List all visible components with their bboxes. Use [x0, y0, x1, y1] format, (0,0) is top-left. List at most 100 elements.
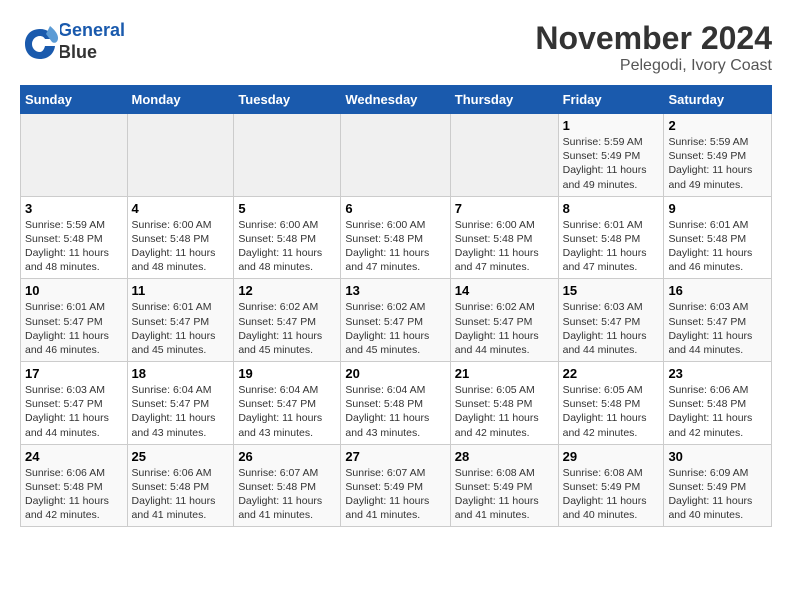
day-info: Sunrise: 6:05 AMSunset: 5:48 PMDaylight:…: [455, 383, 554, 440]
day-number: 1: [563, 118, 660, 133]
day-info: Sunrise: 6:06 AMSunset: 5:48 PMDaylight:…: [668, 383, 767, 440]
calendar-cell: 21 Sunrise: 6:05 AMSunset: 5:48 PMDayligh…: [450, 362, 558, 445]
calendar-cell: 22 Sunrise: 6:05 AMSunset: 5:48 PMDayligh…: [558, 362, 664, 445]
logo: General Blue: [20, 20, 125, 63]
day-info: Sunrise: 6:00 AMSunset: 5:48 PMDaylight:…: [455, 218, 554, 275]
calendar-week: 24 Sunrise: 6:06 AMSunset: 5:48 PMDayligh…: [21, 444, 772, 527]
day-number: 17: [25, 366, 123, 381]
calendar-cell: 26 Sunrise: 6:07 AMSunset: 5:48 PMDayligh…: [234, 444, 341, 527]
location-title: Pelegodi, Ivory Coast: [535, 57, 772, 75]
calendar-cell: 4 Sunrise: 6:00 AMSunset: 5:48 PMDaylight…: [127, 196, 234, 279]
day-info: Sunrise: 6:01 AMSunset: 5:48 PMDaylight:…: [563, 218, 660, 275]
logo-text: General Blue: [58, 20, 125, 63]
day-number: 3: [25, 201, 123, 216]
calendar-cell: 5 Sunrise: 6:00 AMSunset: 5:48 PMDaylight…: [234, 196, 341, 279]
day-number: 28: [455, 449, 554, 464]
day-number: 7: [455, 201, 554, 216]
calendar-cell: 15 Sunrise: 6:03 AMSunset: 5:47 PMDayligh…: [558, 279, 664, 362]
title-block: November 2024 Pelegodi, Ivory Coast: [535, 20, 772, 75]
day-info: Sunrise: 6:03 AMSunset: 5:47 PMDaylight:…: [25, 383, 123, 440]
day-info: Sunrise: 5:59 AMSunset: 5:49 PMDaylight:…: [563, 135, 660, 192]
day-number: 22: [563, 366, 660, 381]
calendar-cell: 6Sunrise: 6:00 AMSunset: 5:48 PMDaylight…: [341, 196, 450, 279]
day-info: Sunrise: 6:09 AMSunset: 5:49 PMDaylight:…: [668, 466, 767, 523]
day-info: Sunrise: 6:02 AMSunset: 5:47 PMDaylight:…: [345, 300, 445, 357]
calendar-week: 17 Sunrise: 6:03 AMSunset: 5:47 PMDayligh…: [21, 362, 772, 445]
day-info: Sunrise: 6:04 AMSunset: 5:47 PMDaylight:…: [238, 383, 336, 440]
calendar-cell: [21, 114, 128, 197]
day-number: 4: [132, 201, 230, 216]
calendar-cell: 30 Sunrise: 6:09 AMSunset: 5:49 PMDayligh…: [664, 444, 772, 527]
header-day: Sunday: [21, 86, 128, 114]
day-number: 11: [132, 283, 230, 298]
day-info: Sunrise: 6:04 AMSunset: 5:47 PMDaylight:…: [132, 383, 230, 440]
calendar-week: 3 Sunrise: 5:59 AMSunset: 5:48 PMDaylight…: [21, 196, 772, 279]
day-number: 19: [238, 366, 336, 381]
calendar-cell: 10 Sunrise: 6:01 AMSunset: 5:47 PMDayligh…: [21, 279, 128, 362]
day-number: 26: [238, 449, 336, 464]
header-day: Friday: [558, 86, 664, 114]
day-info: Sunrise: 6:05 AMSunset: 5:48 PMDaylight:…: [563, 383, 660, 440]
day-info: Sunrise: 6:04 AMSunset: 5:48 PMDaylight:…: [345, 383, 445, 440]
day-number: 13: [345, 283, 445, 298]
day-info: Sunrise: 6:01 AMSunset: 5:47 PMDaylight:…: [132, 300, 230, 357]
day-number: 2: [668, 118, 767, 133]
header-day: Tuesday: [234, 86, 341, 114]
day-info: Sunrise: 6:07 AMSunset: 5:48 PMDaylight:…: [238, 466, 336, 523]
calendar-cell: 27Sunrise: 6:07 AMSunset: 5:49 PMDayligh…: [341, 444, 450, 527]
day-info: Sunrise: 6:01 AMSunset: 5:47 PMDaylight:…: [25, 300, 123, 357]
day-info: Sunrise: 6:00 AMSunset: 5:48 PMDaylight:…: [238, 218, 336, 275]
calendar-cell: 7 Sunrise: 6:00 AMSunset: 5:48 PMDaylight…: [450, 196, 558, 279]
day-info: Sunrise: 6:06 AMSunset: 5:48 PMDaylight:…: [25, 466, 123, 523]
header-day: Thursday: [450, 86, 558, 114]
day-info: Sunrise: 6:08 AMSunset: 5:49 PMDaylight:…: [563, 466, 660, 523]
header-row: SundayMondayTuesdayWednesdayThursdayFrid…: [21, 86, 772, 114]
day-info: Sunrise: 6:02 AMSunset: 5:47 PMDaylight:…: [455, 300, 554, 357]
day-number: 9: [668, 201, 767, 216]
header-day: Wednesday: [341, 86, 450, 114]
calendar-cell: 1 Sunrise: 5:59 AMSunset: 5:49 PMDaylight…: [558, 114, 664, 197]
day-info: Sunrise: 6:08 AMSunset: 5:49 PMDaylight:…: [455, 466, 554, 523]
day-number: 5: [238, 201, 336, 216]
day-info: Sunrise: 6:01 AMSunset: 5:48 PMDaylight:…: [668, 218, 767, 275]
calendar-cell: 2 Sunrise: 5:59 AMSunset: 5:49 PMDaylight…: [664, 114, 772, 197]
day-number: 24: [25, 449, 123, 464]
calendar-cell: [450, 114, 558, 197]
calendar-week: 10 Sunrise: 6:01 AMSunset: 5:47 PMDayligh…: [21, 279, 772, 362]
day-number: 14: [455, 283, 554, 298]
day-number: 21: [455, 366, 554, 381]
day-number: 20: [345, 366, 445, 381]
day-number: 18: [132, 366, 230, 381]
calendar-cell: [234, 114, 341, 197]
calendar-cell: 24 Sunrise: 6:06 AMSunset: 5:48 PMDayligh…: [21, 444, 128, 527]
calendar-cell: 23 Sunrise: 6:06 AMSunset: 5:48 PMDayligh…: [664, 362, 772, 445]
calendar-cell: 13 Sunrise: 6:02 AMSunset: 5:47 PMDayligh…: [341, 279, 450, 362]
logo-icon: [20, 24, 56, 60]
day-number: 15: [563, 283, 660, 298]
header-day: Monday: [127, 86, 234, 114]
day-info: Sunrise: 6:00 AMSunset: 5:48 PMDaylight:…: [345, 218, 445, 275]
calendar-cell: 20 Sunrise: 6:04 AMSunset: 5:48 PMDayligh…: [341, 362, 450, 445]
day-info: Sunrise: 5:59 AMSunset: 5:48 PMDaylight:…: [25, 218, 123, 275]
month-title: November 2024: [535, 20, 772, 57]
calendar-cell: 8Sunrise: 6:01 AMSunset: 5:48 PMDaylight…: [558, 196, 664, 279]
day-info: Sunrise: 6:03 AMSunset: 5:47 PMDaylight:…: [563, 300, 660, 357]
calendar-cell: 3 Sunrise: 5:59 AMSunset: 5:48 PMDaylight…: [21, 196, 128, 279]
day-info: Sunrise: 6:00 AMSunset: 5:48 PMDaylight:…: [132, 218, 230, 275]
calendar-cell: 29 Sunrise: 6:08 AMSunset: 5:49 PMDayligh…: [558, 444, 664, 527]
calendar-cell: 25Sunrise: 6:06 AMSunset: 5:48 PMDayligh…: [127, 444, 234, 527]
day-number: 30: [668, 449, 767, 464]
day-number: 29: [563, 449, 660, 464]
day-number: 10: [25, 283, 123, 298]
page-header: General Blue November 2024 Pelegodi, Ivo…: [20, 20, 772, 75]
calendar-cell: 14 Sunrise: 6:02 AMSunset: 5:47 PMDayligh…: [450, 279, 558, 362]
calendar-cell: 18 Sunrise: 6:04 AMSunset: 5:47 PMDayligh…: [127, 362, 234, 445]
day-number: 16: [668, 283, 767, 298]
calendar-cell: 28 Sunrise: 6:08 AMSunset: 5:49 PMDayligh…: [450, 444, 558, 527]
calendar-cell: 19 Sunrise: 6:04 AMSunset: 5:47 PMDayligh…: [234, 362, 341, 445]
calendar-cell: 9 Sunrise: 6:01 AMSunset: 5:48 PMDaylight…: [664, 196, 772, 279]
day-number: 23: [668, 366, 767, 381]
day-number: 12: [238, 283, 336, 298]
day-info: Sunrise: 6:02 AMSunset: 5:47 PMDaylight:…: [238, 300, 336, 357]
day-info: Sunrise: 5:59 AMSunset: 5:49 PMDaylight:…: [668, 135, 767, 192]
